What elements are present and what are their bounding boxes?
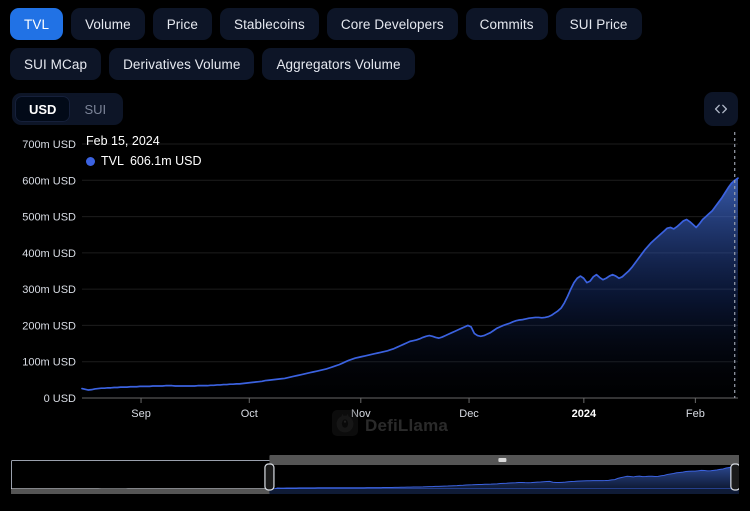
denomination-option-usd[interactable]: USD (15, 96, 70, 122)
x-axis-tick-label: Nov (351, 408, 371, 420)
defillama-chart-page: TVL Volume Price Stablecoins Core Develo… (0, 0, 750, 511)
y-axis-tick-label: 500m USD (22, 212, 76, 224)
y-axis-tick-label: 200m USD (22, 320, 76, 332)
chart-y-axis-labels: 700m USD 600m USD 500m USD 400m USD 300m USD… (22, 139, 76, 405)
metric-tab-price[interactable]: Price (153, 8, 212, 40)
chart-range-selector[interactable] (11, 454, 739, 498)
x-axis-tick-label: 2024 (572, 408, 597, 420)
metric-tab-label: Derivatives Volume (123, 57, 240, 72)
range-bottom-track-selected (269, 489, 739, 494)
range-bottom-track-unselected (11, 489, 269, 494)
x-axis-tick-label: Sep (131, 408, 151, 420)
metric-tab-label: SUI MCap (24, 57, 87, 72)
metric-tab-label: Volume (85, 17, 131, 32)
chart-controls-bar: USD SUI (0, 80, 750, 126)
x-axis-tick-label: Feb (686, 408, 705, 420)
y-axis-tick-label: 100m USD (22, 357, 76, 369)
denomination-label: USD (29, 102, 56, 117)
code-icon (713, 101, 729, 117)
metric-tab-core-developers[interactable]: Core Developers (327, 8, 458, 40)
metric-tab-stablecoins[interactable]: Stablecoins (220, 8, 319, 40)
metric-tab-sui-mcap[interactable]: SUI MCap (10, 48, 101, 80)
denomination-label: SUI (84, 102, 106, 117)
metric-tab-bar: TVL Volume Price Stablecoins Core Develo… (0, 0, 750, 80)
denomination-toggle: USD SUI (12, 93, 123, 125)
range-drag-grip-icon (498, 458, 506, 462)
tvl-chart-canvas[interactable]: 700m USD 600m USD 500m USD 400m USD 300m USD… (0, 132, 750, 432)
metric-tab-label: Stablecoins (234, 17, 305, 32)
tvl-chart[interactable]: 700m USD 600m USD 500m USD 400m USD 300m USD… (0, 132, 750, 432)
range-handle-left[interactable] (265, 464, 274, 490)
y-axis-tick-label: 700m USD (22, 139, 76, 151)
denomination-option-sui[interactable]: SUI (70, 96, 120, 122)
x-axis-tick-label: Oct (241, 408, 258, 420)
metric-tab-sui-price[interactable]: SUI Price (556, 8, 642, 40)
metric-tab-commits[interactable]: Commits (466, 8, 548, 40)
range-handle-right[interactable] (731, 464, 739, 490)
x-axis-tick-label: Dec (459, 408, 479, 420)
y-axis-tick-label: 300m USD (22, 284, 76, 296)
metric-tab-label: Commits (480, 17, 534, 32)
metric-tab-label: Price (167, 17, 198, 32)
metric-tab-derivatives-volume[interactable]: Derivatives Volume (109, 48, 254, 80)
metric-tab-aggregators-volume[interactable]: Aggregators Volume (262, 48, 414, 80)
metric-tab-label: Core Developers (341, 17, 444, 32)
metric-tab-label: SUI Price (570, 17, 628, 32)
chart-area-fill (82, 178, 738, 398)
metric-tab-tvl[interactable]: TVL (10, 8, 63, 40)
range-selector-canvas[interactable] (11, 454, 739, 498)
metric-tab-label: TVL (24, 17, 49, 32)
y-axis-tick-label: 600m USD (22, 175, 76, 187)
embed-code-button[interactable] (704, 92, 738, 126)
y-axis-tick-label: 400m USD (22, 248, 76, 260)
metric-tab-label: Aggregators Volume (276, 57, 400, 72)
chart-x-axis-labels: Sep Oct Nov Dec 2024 Feb (131, 398, 705, 420)
metric-tab-volume[interactable]: Volume (71, 8, 145, 40)
y-axis-tick-label: 0 USD (44, 393, 76, 405)
